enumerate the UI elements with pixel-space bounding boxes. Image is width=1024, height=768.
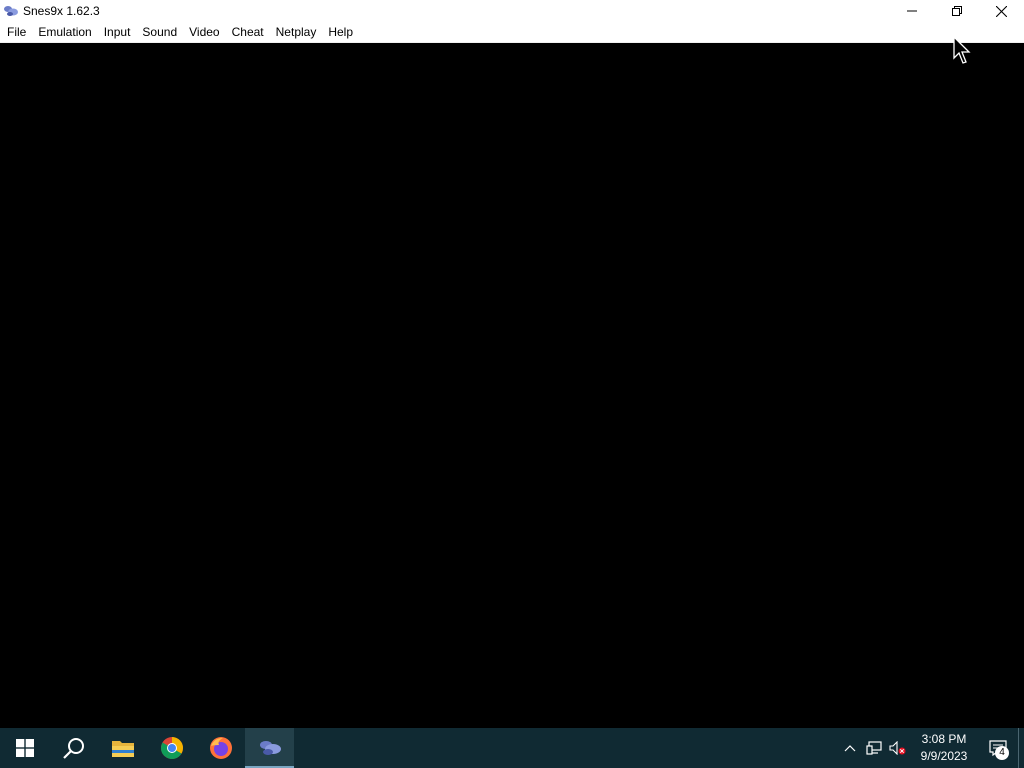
clock-time: 3:08 PM <box>921 732 967 746</box>
show-hidden-icons-button[interactable] <box>838 728 862 768</box>
close-icon <box>996 5 1007 17</box>
snes9x-icon <box>3 4 19 18</box>
window-controls <box>889 0 1024 22</box>
show-desktop-button[interactable] <box>1018 728 1024 768</box>
menu-input[interactable]: Input <box>98 22 137 42</box>
menu-netplay[interactable]: Netplay <box>270 22 323 42</box>
file-explorer-icon <box>111 741 134 757</box>
volume-muted-icon <box>889 741 906 755</box>
restore-icon <box>951 6 962 16</box>
window-title: Snes9x 1.62.3 <box>23 4 100 18</box>
volume-button[interactable] <box>886 728 910 768</box>
system-tray: 3:08 PM 9/9/2023 4 <box>838 728 1024 768</box>
menu-sound[interactable]: Sound <box>136 22 183 42</box>
title-bar[interactable]: Snes9x 1.62.3 <box>0 0 1024 22</box>
clock-date: 9/9/2023 <box>920 749 968 763</box>
network-button[interactable] <box>862 728 886 768</box>
start-button[interactable] <box>0 728 49 768</box>
chrome-icon <box>160 737 183 759</box>
notification-count-badge: 4 <box>995 746 1009 760</box>
mouse-cursor-icon <box>953 36 971 64</box>
menu-emulation[interactable]: Emulation <box>32 22 97 42</box>
emulator-screen[interactable] <box>0 43 1024 728</box>
chevron-up-icon <box>844 745 856 752</box>
minimize-icon <box>906 10 917 12</box>
firefox-icon <box>209 737 232 759</box>
search-button[interactable] <box>49 728 98 768</box>
snes9x-icon <box>259 741 281 755</box>
search-icon <box>62 738 84 759</box>
close-button[interactable] <box>979 0 1024 22</box>
menu-file[interactable]: File <box>0 22 32 42</box>
taskbar-file-explorer[interactable] <box>98 728 147 768</box>
taskbar-firefox[interactable] <box>196 728 245 768</box>
minimize-button[interactable] <box>889 0 934 22</box>
taskbar-snes9x[interactable] <box>245 728 294 768</box>
menu-bar: File Emulation Input Sound Video Cheat N… <box>0 22 1024 43</box>
restore-button[interactable] <box>934 0 979 22</box>
action-center-button[interactable]: 4 <box>978 728 1018 768</box>
network-icon <box>866 741 882 755</box>
menu-help[interactable]: Help <box>322 22 359 42</box>
taskbar-clock[interactable]: 3:08 PM 9/9/2023 <box>910 731 978 765</box>
taskbar: 3:08 PM 9/9/2023 4 <box>0 728 1024 768</box>
menu-video[interactable]: Video <box>183 22 225 42</box>
start-icon <box>15 739 34 757</box>
taskbar-chrome[interactable] <box>147 728 196 768</box>
menu-cheat[interactable]: Cheat <box>226 22 270 42</box>
